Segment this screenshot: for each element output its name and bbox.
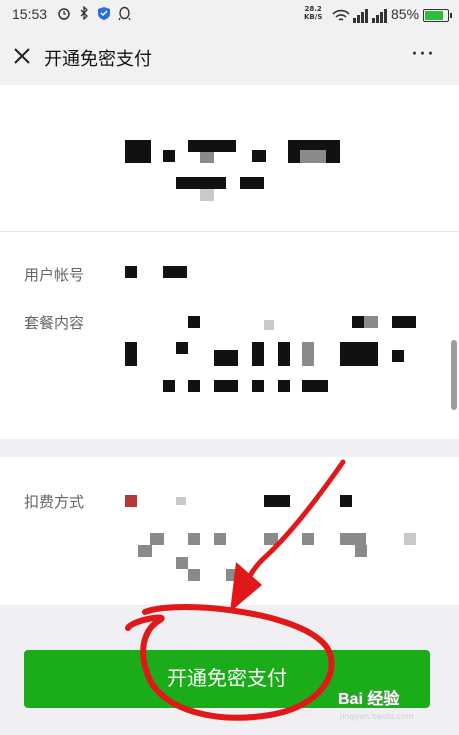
status-bar: 15:53 28.2 KB/S 85% [0, 0, 459, 30]
more-icon[interactable]: ··· [411, 44, 435, 66]
plan-value [252, 380, 264, 392]
plan-value [278, 380, 290, 392]
plan-value [302, 380, 328, 392]
plan-value [214, 380, 238, 392]
plan-value [188, 316, 200, 328]
payment-value [176, 497, 186, 505]
plan-label: 套餐内容 [24, 314, 85, 332]
plan-value [392, 350, 404, 362]
payment-value [138, 545, 152, 557]
battery-icon [423, 9, 452, 22]
payment-value [355, 545, 367, 557]
plan-value [364, 316, 378, 328]
deduct-label: 扣费方式 [24, 493, 85, 511]
plan-value [264, 320, 274, 330]
payment-value [176, 557, 188, 569]
merchant-card [0, 85, 459, 231]
plan-value [163, 380, 175, 392]
net-speed-value: 28.2 [304, 5, 322, 13]
page-title: 开通免密支付 [44, 49, 152, 70]
plan-value [392, 316, 416, 328]
shield-icon [96, 6, 112, 22]
net-speed-unit: KB/S [304, 13, 323, 21]
scrollbar-thumb[interactable] [451, 340, 457, 410]
payment-value [214, 533, 226, 545]
net-speed: 28.2 KB/S [304, 5, 322, 21]
status-time: 15:53 [12, 6, 48, 22]
payment-value [404, 533, 416, 545]
signal-group [332, 7, 392, 23]
payment-value [264, 495, 290, 507]
payment-value [340, 533, 366, 545]
plan-value [176, 342, 188, 354]
baidu-watermark: Bai 经验 [338, 691, 400, 708]
status-left-icons [56, 5, 132, 22]
plan-value [278, 342, 290, 366]
bluetooth-icon [76, 5, 92, 22]
payment-value [150, 533, 164, 545]
payment-value [302, 533, 314, 545]
payment-value [340, 495, 352, 507]
account-value [163, 266, 187, 278]
payment-value [188, 533, 200, 545]
account-label: 用户帐号 [24, 266, 85, 284]
qq-icon [116, 6, 132, 22]
pixelated-block [163, 150, 175, 162]
nav-bar: 开通免密支付 ··· [0, 30, 459, 85]
close-icon[interactable] [12, 46, 32, 66]
payment-method-card[interactable]: 扣费方式 [0, 457, 459, 605]
pixelated-block [240, 177, 264, 189]
plan-value [252, 342, 264, 366]
signal-icon [353, 9, 387, 23]
pixelated-block [200, 189, 214, 201]
pixelated-block [200, 152, 214, 163]
payment-value [264, 533, 278, 545]
plan-value [302, 342, 314, 366]
pixelated-block [125, 140, 151, 163]
plan-value [214, 350, 238, 366]
plan-value [188, 380, 200, 392]
battery-percent: 85% [391, 6, 420, 22]
plan-value [125, 342, 137, 366]
pixelated-block [252, 150, 266, 162]
account-value [125, 266, 137, 278]
payment-value [188, 569, 200, 581]
pixelated-block [176, 177, 226, 189]
alarm-icon [56, 6, 72, 22]
payment-value [226, 569, 238, 581]
pixelated-block [188, 140, 236, 152]
baidu-watermark-url: jingyan.baidu.com [340, 712, 414, 721]
pixelated-block [300, 150, 326, 163]
wifi-icon [332, 9, 350, 21]
details-card: 用户帐号 套餐内容 [0, 231, 459, 439]
plan-value [340, 342, 378, 366]
bank-card-icon [125, 495, 137, 507]
